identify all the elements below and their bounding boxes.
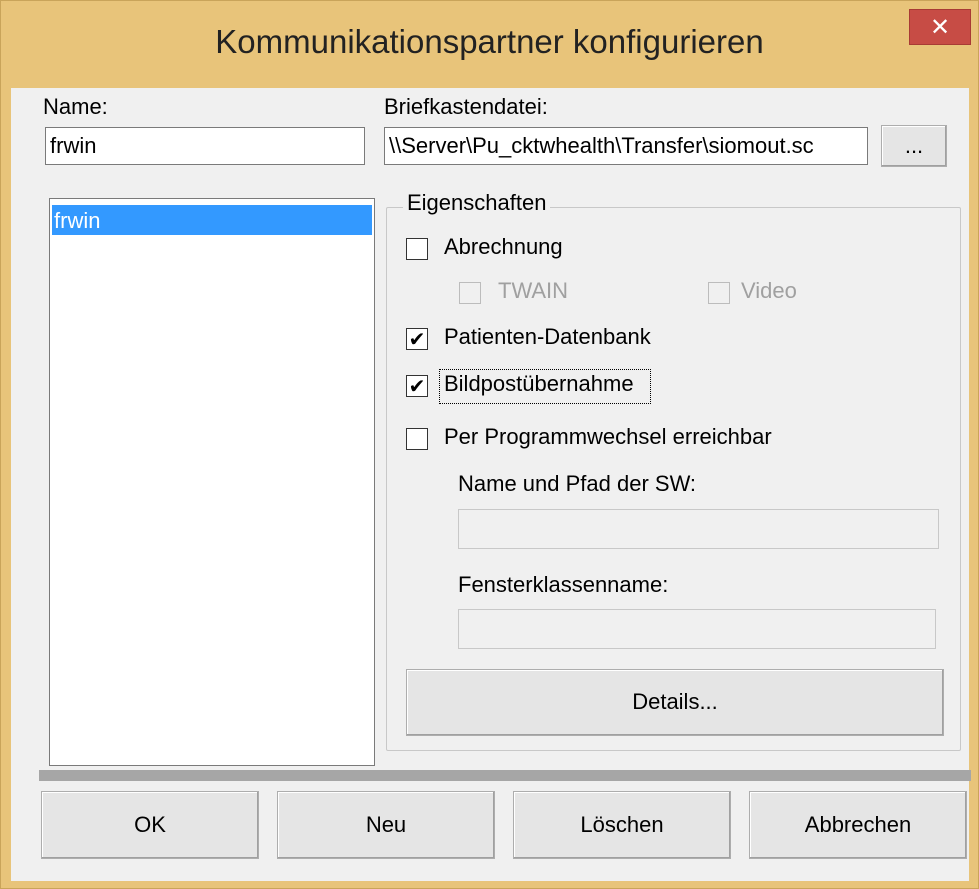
properties-legend: Eigenschaften — [403, 190, 551, 216]
programmwechsel-label[interactable]: Per Programmwechsel erreichbar — [444, 424, 772, 450]
sw-path-label: Name und Pfad der SW: — [458, 471, 697, 496]
patienten-datenbank-checkbox[interactable]: ✔ — [406, 328, 428, 350]
patienten-datenbank-label[interactable]: Patienten-Datenbank — [444, 324, 651, 350]
name-label: Name: — [43, 94, 108, 119]
window-class-input[interactable] — [458, 609, 936, 649]
delete-button[interactable]: Löschen — [513, 791, 731, 859]
video-checkbox[interactable] — [708, 282, 730, 304]
close-icon: ✕ — [929, 13, 951, 41]
partner-list[interactable]: frwin — [49, 198, 375, 766]
close-button[interactable]: ✕ — [909, 9, 971, 45]
new-button[interactable]: Neu — [277, 791, 495, 859]
checkmark-icon: ✔ — [408, 327, 426, 351]
twain-checkbox[interactable] — [459, 282, 481, 304]
details-button[interactable]: Details... — [406, 669, 944, 736]
dialog-window: Kommunikationspartner konfigurieren ✕ Na… — [0, 0, 979, 889]
window-class-label: Fensterklassenname: — [458, 572, 669, 597]
mailbox-file-input[interactable]: \\Server\Pu_cktwhealth\Transfer\siomout.… — [384, 127, 868, 165]
window-title: Kommunikationspartner konfigurieren — [215, 23, 764, 60]
title-bar[interactable]: Kommunikationspartner konfigurieren ✕ — [1, 1, 978, 89]
abrechnung-checkbox[interactable] — [406, 238, 428, 260]
checkmark-icon: ✔ — [408, 374, 426, 398]
list-item[interactable]: frwin — [52, 205, 372, 235]
sw-path-input[interactable] — [458, 509, 939, 549]
dialog-client-area: Name: frwin Briefkastendatei: \\Server\P… — [11, 88, 971, 881]
programmwechsel-checkbox[interactable] — [406, 428, 428, 450]
ok-button[interactable]: OK — [41, 791, 259, 859]
bildpost-label[interactable]: Bildpostübernahme — [444, 371, 634, 397]
video-label: Video — [741, 278, 797, 303]
mailbox-file-label: Briefkastendatei: — [384, 94, 548, 119]
name-input[interactable]: frwin — [45, 127, 365, 165]
details-button-label: Details... — [632, 689, 718, 714]
twain-label: TWAIN — [498, 278, 569, 303]
cancel-button[interactable]: Abbrechen — [749, 791, 967, 859]
abrechnung-label[interactable]: Abrechnung — [444, 234, 563, 260]
separator-bar — [39, 770, 971, 781]
bildpost-checkbox[interactable]: ✔ — [406, 375, 428, 397]
browse-button[interactable]: ... — [881, 125, 947, 167]
